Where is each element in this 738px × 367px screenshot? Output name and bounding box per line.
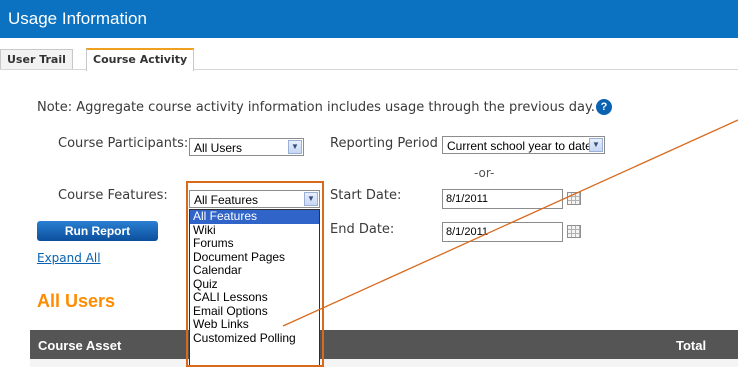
chevron-down-icon: ▼: [288, 140, 302, 154]
run-report-button[interactable]: Run Report: [37, 221, 158, 241]
section-title: All Users: [37, 291, 116, 311]
note-text: Note: Aggregate course activity informat…: [37, 100, 595, 115]
expand-all-link[interactable]: Expand All: [37, 251, 101, 265]
reporting-period-label: Reporting Period: [330, 136, 438, 151]
tab-user-trail[interactable]: User Trail: [0, 49, 73, 69]
calendar-icon[interactable]: [567, 225, 581, 238]
or-separator: -or-: [474, 166, 495, 180]
reporting-period-value: Current school year to date: [447, 139, 592, 153]
features-label: Course Features:: [58, 188, 168, 203]
table-row: [30, 359, 738, 367]
calendar-icon[interactable]: [567, 192, 581, 205]
column-header-total: Total: [676, 338, 707, 353]
start-date-label: Start Date:: [330, 188, 402, 203]
annotation-highlight-box: [186, 181, 324, 367]
participants-select[interactable]: All Users ▼: [189, 138, 304, 156]
question-mark-icon[interactable]: ?: [596, 99, 612, 115]
tab-course-activity[interactable]: Course Activity: [86, 48, 195, 71]
reporting-period-select[interactable]: Current school year to date ▼: [442, 136, 605, 154]
chevron-down-icon: ▼: [589, 138, 603, 152]
participants-label: Course Participants:: [58, 136, 189, 151]
page-title: Usage Information: [8, 9, 147, 28]
start-date-input[interactable]: 8/1/2011: [442, 189, 563, 209]
tab-bar: User Trail Course Activity: [0, 48, 738, 71]
end-date-label: End Date:: [330, 222, 395, 237]
table-header: Course Asset Total: [30, 330, 738, 359]
app-header: Usage Information: [0, 0, 738, 38]
column-header-course-asset: Course Asset: [38, 338, 122, 353]
end-date-input[interactable]: 8/1/2011: [442, 222, 563, 242]
participants-value: All Users: [194, 141, 243, 155]
